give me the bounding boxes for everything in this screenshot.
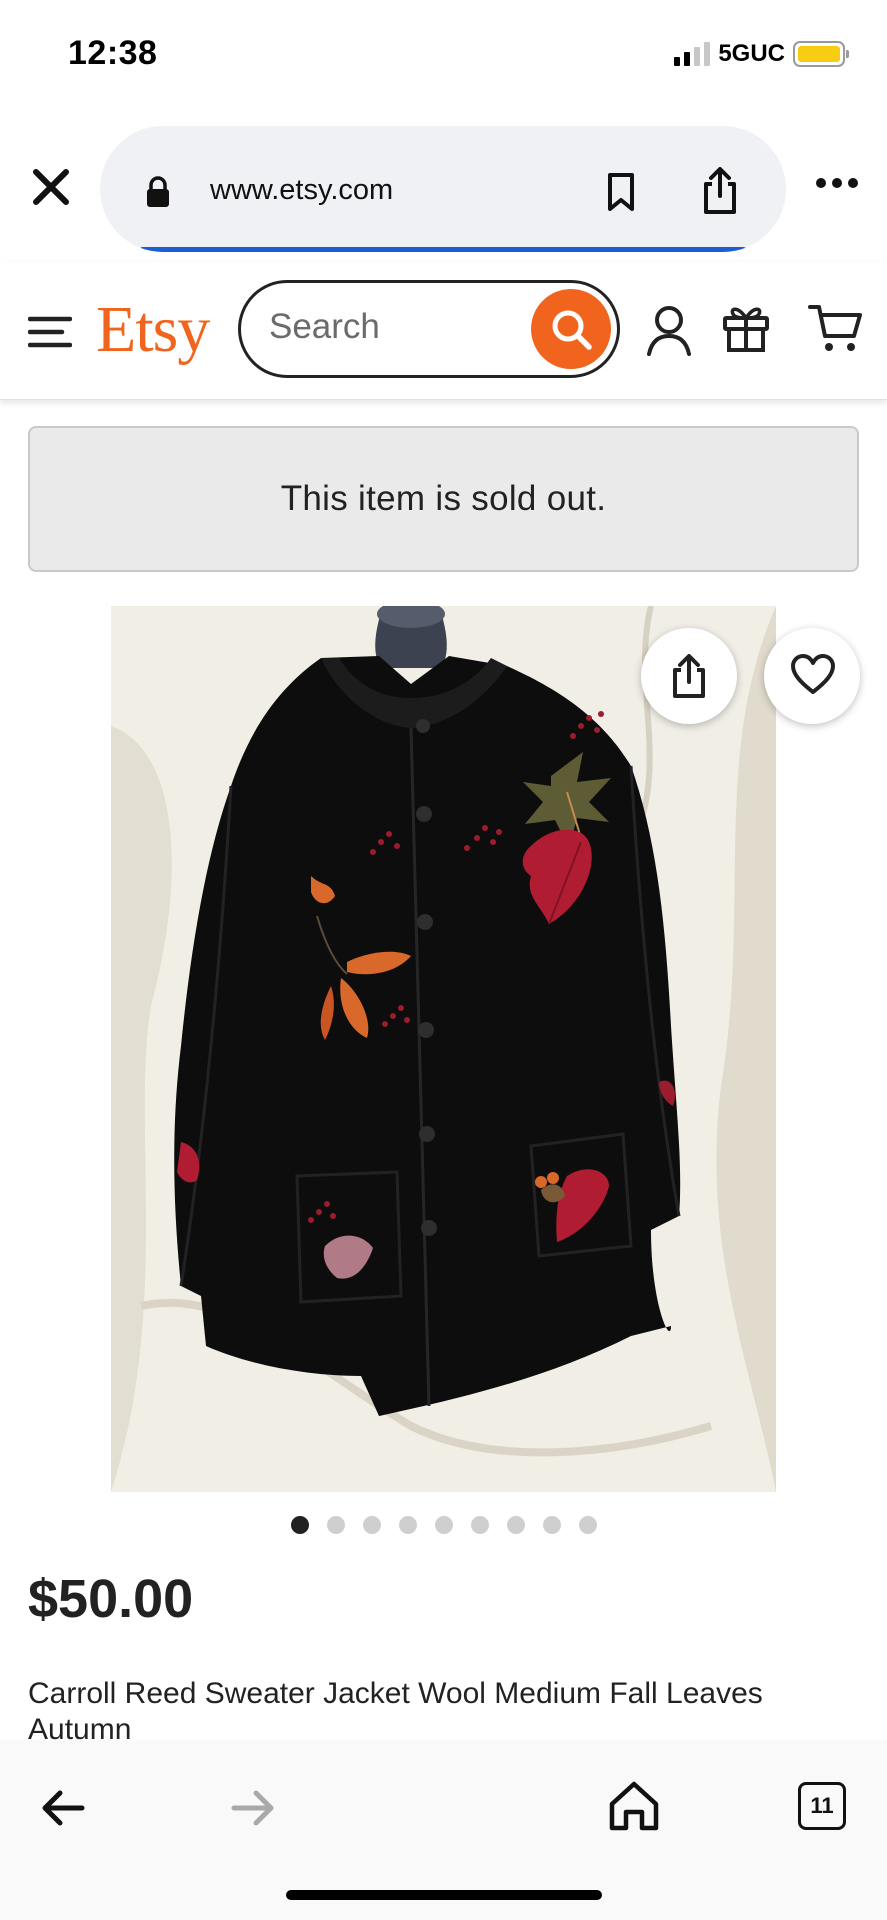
gift-icon[interactable] — [722, 302, 770, 352]
carousel-dots — [0, 1516, 887, 1534]
carousel-dot[interactable] — [578, 1516, 597, 1534]
share-icon[interactable] — [700, 166, 740, 216]
lock-icon — [147, 176, 169, 207]
back-arrow-icon[interactable] — [40, 1788, 86, 1828]
search-icon — [552, 310, 592, 350]
carousel-dot[interactable] — [290, 1516, 309, 1534]
page-load-progress — [140, 247, 746, 252]
carousel-dot[interactable] — [398, 1516, 417, 1534]
carousel-dot[interactable] — [326, 1516, 345, 1534]
search-input[interactable] — [269, 307, 509, 347]
signal-icon — [674, 42, 711, 66]
favorite-button[interactable] — [764, 628, 860, 724]
site-header: Etsy — [0, 262, 887, 400]
sweater-photo — [111, 606, 776, 1492]
carousel-dot[interactable] — [362, 1516, 381, 1534]
heart-icon — [791, 654, 835, 694]
status-bar: 12:38 5GUC — [0, 0, 887, 110]
tabs-icon[interactable]: 11 — [798, 1782, 846, 1830]
close-icon[interactable] — [28, 164, 74, 210]
browser-toolbar: 11 — [0, 1740, 887, 1920]
status-indicators: 5GUC — [674, 40, 849, 68]
search-box — [238, 280, 620, 378]
browser-bar: www.etsy.com — [0, 110, 887, 252]
sold-out-text: This item is sold out. — [280, 479, 607, 518]
carousel-dot[interactable] — [470, 1516, 489, 1534]
status-time: 12:38 — [68, 34, 158, 72]
product-image[interactable] — [111, 606, 776, 1492]
menu-icon[interactable] — [28, 314, 72, 350]
bookmark-icon[interactable] — [605, 172, 637, 212]
sold-out-banner: This item is sold out. — [28, 426, 859, 572]
product-title: Carroll Reed Sweater Jacket Wool Medium … — [28, 1677, 763, 1746]
more-icon[interactable] — [815, 176, 859, 190]
carousel-dot[interactable] — [506, 1516, 525, 1534]
url-text: www.etsy.com — [210, 174, 394, 206]
forward-arrow-icon[interactable] — [230, 1788, 276, 1828]
share-image-button[interactable] — [641, 628, 737, 724]
share-icon — [673, 654, 705, 698]
search-button[interactable] — [531, 289, 611, 369]
carousel-dot[interactable] — [542, 1516, 561, 1534]
home-icon[interactable] — [608, 1780, 660, 1832]
carousel-dot[interactable] — [434, 1516, 453, 1534]
address-bar[interactable]: www.etsy.com — [100, 126, 786, 252]
battery-icon — [793, 41, 849, 67]
account-icon[interactable] — [646, 304, 692, 356]
cart-icon[interactable] — [808, 302, 864, 354]
network-label: 5GUC — [718, 40, 785, 67]
product-price: $50.00 — [28, 1569, 194, 1629]
home-indicator — [286, 1890, 602, 1900]
etsy-logo[interactable]: Etsy — [96, 292, 210, 368]
